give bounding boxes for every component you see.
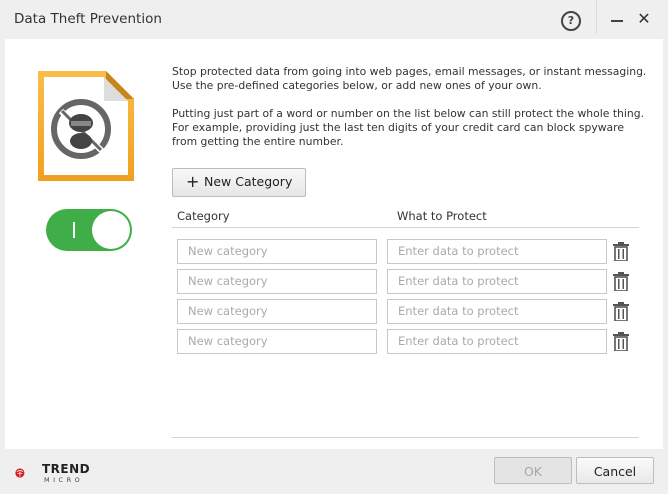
brand-name: TREND (42, 462, 91, 476)
category-input[interactable]: New category (177, 269, 377, 294)
cancel-button[interactable]: Cancel (576, 457, 654, 484)
feature-toggle[interactable] (46, 209, 132, 251)
trend-micro-logo-icon (15, 468, 25, 478)
protect-data-input[interactable]: Enter data to protect (387, 269, 607, 294)
protect-data-input[interactable]: Enter data to protect (387, 239, 607, 264)
trash-icon[interactable] (613, 272, 629, 291)
table-row: New category Enter data to protect (177, 299, 647, 324)
column-header-what-to-protect: What to Protect (397, 209, 487, 223)
trash-icon[interactable] (613, 302, 629, 321)
new-category-label: New Category (204, 174, 293, 189)
ok-button[interactable]: OK (494, 457, 572, 484)
content-panel: Stop protected data from going into web … (5, 39, 663, 449)
trash-icon[interactable] (613, 242, 629, 261)
close-icon[interactable]: ✕ (636, 10, 652, 28)
minimize-icon[interactable] (611, 20, 623, 22)
toggle-knob[interactable] (92, 211, 130, 249)
description-intro: Stop protected data from going into web … (172, 65, 647, 92)
table-row: New category Enter data to protect (177, 239, 647, 264)
brand-subname: MICRO (44, 476, 84, 484)
help-icon[interactable]: ? (561, 11, 581, 31)
window-title: Data Theft Prevention (14, 11, 162, 27)
data-theft-shield-icon (38, 71, 134, 181)
plus-icon: + (186, 172, 200, 191)
titlebar-divider (596, 0, 597, 34)
table-row: New category Enter data to protect (177, 329, 647, 354)
protect-data-input[interactable]: Enter data to protect (387, 329, 607, 354)
category-input[interactable]: New category (177, 299, 377, 324)
table-header-divider (172, 227, 639, 228)
new-category-button[interactable]: + New Category (172, 168, 306, 197)
title-bar: Data Theft Prevention ? ✕ (0, 0, 668, 39)
category-input[interactable]: New category (177, 239, 377, 264)
column-header-category: Category (177, 209, 230, 223)
protect-data-input[interactable]: Enter data to protect (387, 299, 607, 324)
description-detail: Putting just part of a word or number on… (172, 107, 645, 148)
trash-icon[interactable] (613, 332, 629, 351)
category-input[interactable]: New category (177, 329, 377, 354)
table-row: New category Enter data to protect (177, 269, 647, 294)
table-bottom-divider (172, 437, 639, 438)
toggle-on-indicator (73, 222, 75, 238)
